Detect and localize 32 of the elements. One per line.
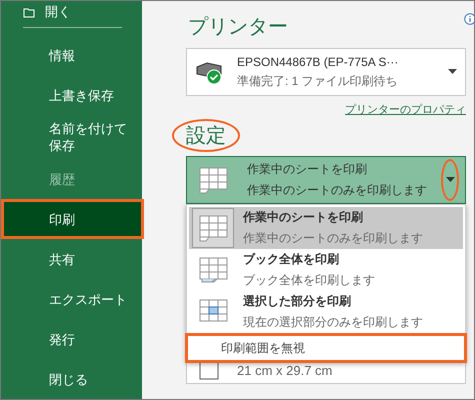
option-description: ブック全体を印刷します [243, 272, 376, 289]
sheet-icon [193, 209, 233, 247]
paper-size: 21 cm x 29.7 cm [237, 362, 332, 378]
printer-dropdown[interactable]: EPSON44867B (EP-775A S··· 準備完了: 1 ファイル印刷待ち [186, 48, 466, 96]
folder-icon [23, 6, 35, 18]
menu-item[interactable]: 印刷範囲を無視 [185, 333, 467, 363]
print-what-dropdown[interactable]: 作業中のシートを印刷 作業中のシートのみを印刷します [186, 156, 466, 204]
option-title: 作業中のシートを印刷 [247, 161, 368, 178]
sidebar-item[interactable]: 発行 [1, 319, 144, 359]
option-description: 現在の選択部分のみを印刷します [243, 314, 424, 331]
printer-name: EPSON44867B (EP-775A S··· [237, 54, 400, 68]
sidebar-item[interactable]: エクスポート [1, 279, 144, 319]
caret-icon [448, 69, 457, 75]
sidebar-item[interactable]: 共有 [1, 239, 144, 279]
option-description: 作業中のシートのみを印刷します [247, 182, 427, 199]
option-title: 作業中のシートを印刷 [243, 209, 364, 226]
sidebar-item[interactable]: 閉じる [1, 359, 144, 399]
caret-icon [446, 177, 454, 183]
option-title: ブック全体を印刷 [243, 251, 340, 268]
menu-item[interactable]: 作業中のシートを印刷 作業中のシートのみを印刷します [189, 207, 463, 249]
option-description: 作業中のシートのみを印刷します [243, 230, 424, 247]
option-title: 選択した部分を印刷 [243, 293, 352, 310]
section-title: 設定 [172, 119, 240, 152]
section-title: プリンター [187, 15, 289, 40]
sidebar-item[interactable]: 上書き保存 [1, 76, 144, 116]
open-item[interactable]: 開く [1, 3, 142, 21]
printer-properties-link[interactable]: プリンターのプロパティ [345, 102, 466, 117]
sidebar-item[interactable]: 情報 [1, 36, 144, 76]
info-icon[interactable] [464, 13, 474, 25]
printer-status: 準備完了: 1 ファイル印刷待ち [237, 72, 399, 90]
sidebar-item[interactable]: 名前を付けて保存 [1, 116, 144, 159]
sidebar-item[interactable]: 印刷 [1, 199, 144, 239]
